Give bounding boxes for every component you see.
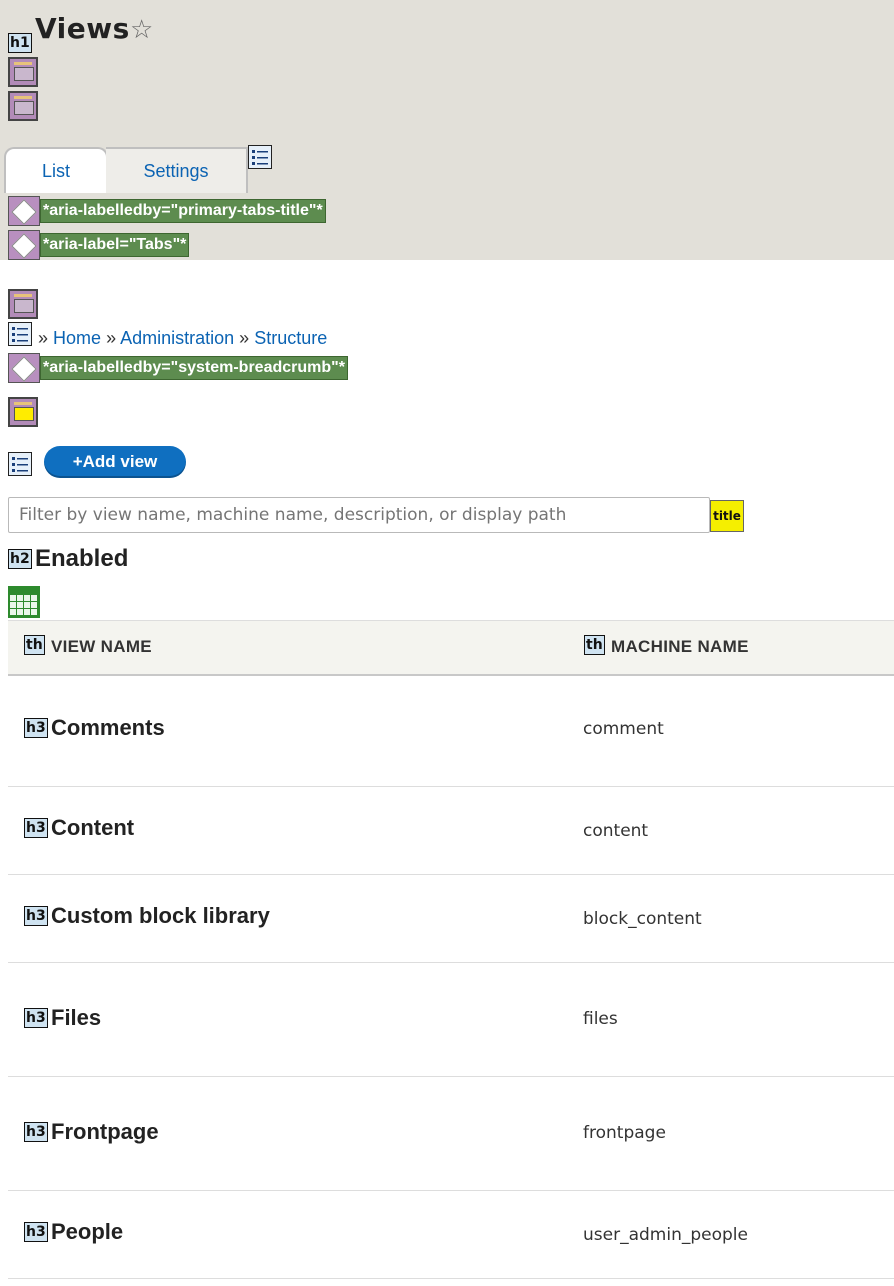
breadcrumb: » Home » Administration » Structure [38,328,328,348]
view-name[interactable]: People [51,1219,123,1245]
h3-badge: h3 [24,718,48,738]
tab-settings[interactable]: Settings [106,147,248,193]
tab-list[interactable]: List [4,147,108,193]
view-name[interactable]: Files [51,1005,101,1031]
filter-input[interactable] [8,497,710,533]
aria-tabs-label-tag: *aria-label="Tabs"* [8,230,190,260]
view-name[interactable]: Content [51,815,134,841]
star-icon[interactable]: ☆ [130,15,153,45]
aria-breadcrumb-tag: *aria-labelledby="system-breadcrumb"* [8,353,348,383]
ordered-list-icon [8,322,32,346]
section-heading: Enabled [35,545,129,572]
region-icon [8,91,38,121]
view-name[interactable]: Frontpage [51,1119,159,1145]
title-tag: title [710,500,744,532]
view-name[interactable]: Custom block library [51,903,270,929]
h3-badge: h3 [24,1122,48,1142]
add-view-button[interactable]: +Add view [44,446,186,478]
h1-badge: h1 [8,33,32,53]
h3-badge: h3 [24,1222,48,1242]
region-icon [8,289,38,319]
tag-icon [8,196,40,226]
row-divider [8,786,894,787]
list-icon [8,452,32,476]
h2-badge: h2 [8,549,32,569]
table-icon [8,586,40,618]
th-badge: th [584,635,605,655]
row-divider [8,1278,894,1279]
tag-icon [8,230,40,260]
breadcrumb-link-structure[interactable]: Structure [254,328,327,348]
row-divider [8,874,894,875]
h3-badge: h3 [24,906,48,926]
th-badge: th [24,635,45,655]
view-name[interactable]: Comments [51,715,165,741]
row-divider [8,962,894,963]
machine-name: content [583,821,649,841]
breadcrumb-link-home[interactable]: Home [53,328,101,348]
row-divider [8,1190,894,1191]
tag-icon [8,353,40,383]
machine-name: user_admin_people [583,1225,748,1245]
machine-name: block_content [583,909,702,929]
row-divider [8,1076,894,1077]
column-header-machine-name: MACHINE NAME [611,637,749,656]
machine-name: comment [583,719,664,739]
h3-badge: h3 [24,818,48,838]
region-icon [8,57,38,87]
breadcrumb-link-administration[interactable]: Administration [120,328,234,348]
machine-name: frontpage [583,1123,666,1143]
aria-tabs-title-tag: *aria-labelledby="primary-tabs-title"* [8,196,326,226]
region-icon [8,397,38,427]
h3-badge: h3 [24,1008,48,1028]
page-title: Views [35,12,130,45]
list-icon [248,145,272,169]
machine-name: files [583,1009,618,1029]
column-header-view-name: VIEW NAME [51,637,152,656]
